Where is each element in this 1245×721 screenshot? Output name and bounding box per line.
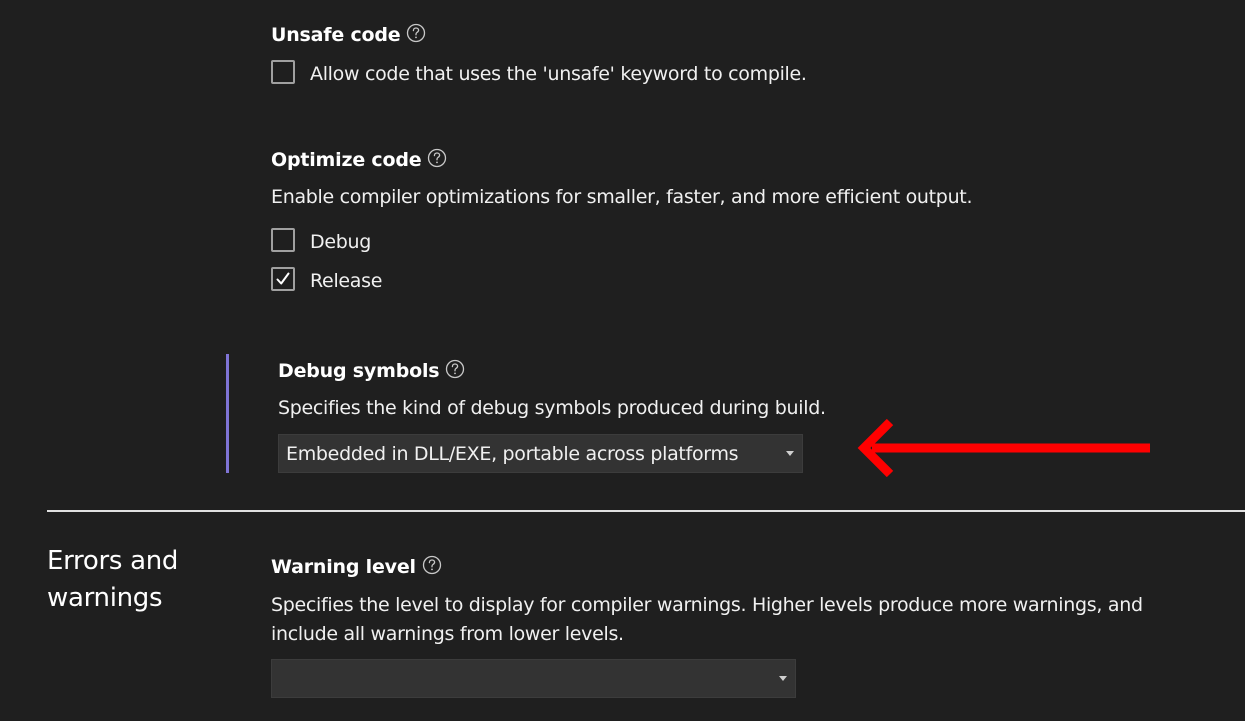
warning-level-heading: Warning level [271, 555, 442, 578]
warning-level-description-line2: include all warnings from lower levels. [271, 623, 624, 645]
warning-level-description-line1: Specifies the level to display for compi… [271, 594, 1143, 616]
debug-symbols-heading: Debug symbols [278, 359, 465, 382]
warning-level-dropdown[interactable] [271, 659, 796, 698]
optimize-debug-label: Debug [310, 231, 371, 253]
debug-symbols-heading-text: Debug symbols [278, 360, 440, 382]
help-icon[interactable] [406, 23, 426, 43]
optimize-debug-checkbox[interactable] [271, 228, 295, 252]
optimize-code-heading-text: Optimize code [271, 149, 422, 171]
checkmark-icon [276, 272, 290, 285]
unsafe-code-heading-text: Unsafe code [271, 24, 401, 46]
warning-level-heading-text: Warning level [271, 556, 416, 578]
debug-symbols-selected-value: Embedded in DLL/EXE, portable across pla… [286, 442, 739, 465]
section-title-line2: warnings [47, 583, 163, 613]
red-arrow-annotation-icon [857, 418, 1150, 478]
selected-setting-accent-bar [226, 354, 229, 473]
optimize-release-label: Release [310, 270, 383, 292]
errors-and-warnings-section-title: Errors and warnings [47, 543, 178, 617]
optimize-code-description: Enable compiler optimizations for smalle… [271, 186, 973, 208]
help-icon[interactable] [422, 555, 442, 575]
project-properties-page: Unsafe code Allow code that uses the 'un… [0, 0, 1245, 721]
optimize-release-checkbox[interactable] [271, 267, 295, 291]
debug-symbols-dropdown[interactable]: Embedded in DLL/EXE, portable across pla… [278, 434, 803, 473]
debug-symbols-description: Specifies the kind of debug symbols prod… [278, 397, 826, 419]
chevron-down-icon [779, 675, 787, 681]
unsafe-code-checkbox-label: Allow code that uses the 'unsafe' keywor… [310, 63, 807, 85]
optimize-code-heading: Optimize code [271, 148, 447, 171]
help-icon[interactable] [445, 359, 465, 379]
chevron-down-icon [786, 450, 794, 456]
unsafe-code-heading: Unsafe code [271, 23, 426, 46]
help-icon[interactable] [427, 148, 447, 168]
unsafe-code-checkbox[interactable] [271, 60, 295, 84]
section-title-line1: Errors and [47, 546, 179, 576]
section-divider [47, 510, 1245, 512]
